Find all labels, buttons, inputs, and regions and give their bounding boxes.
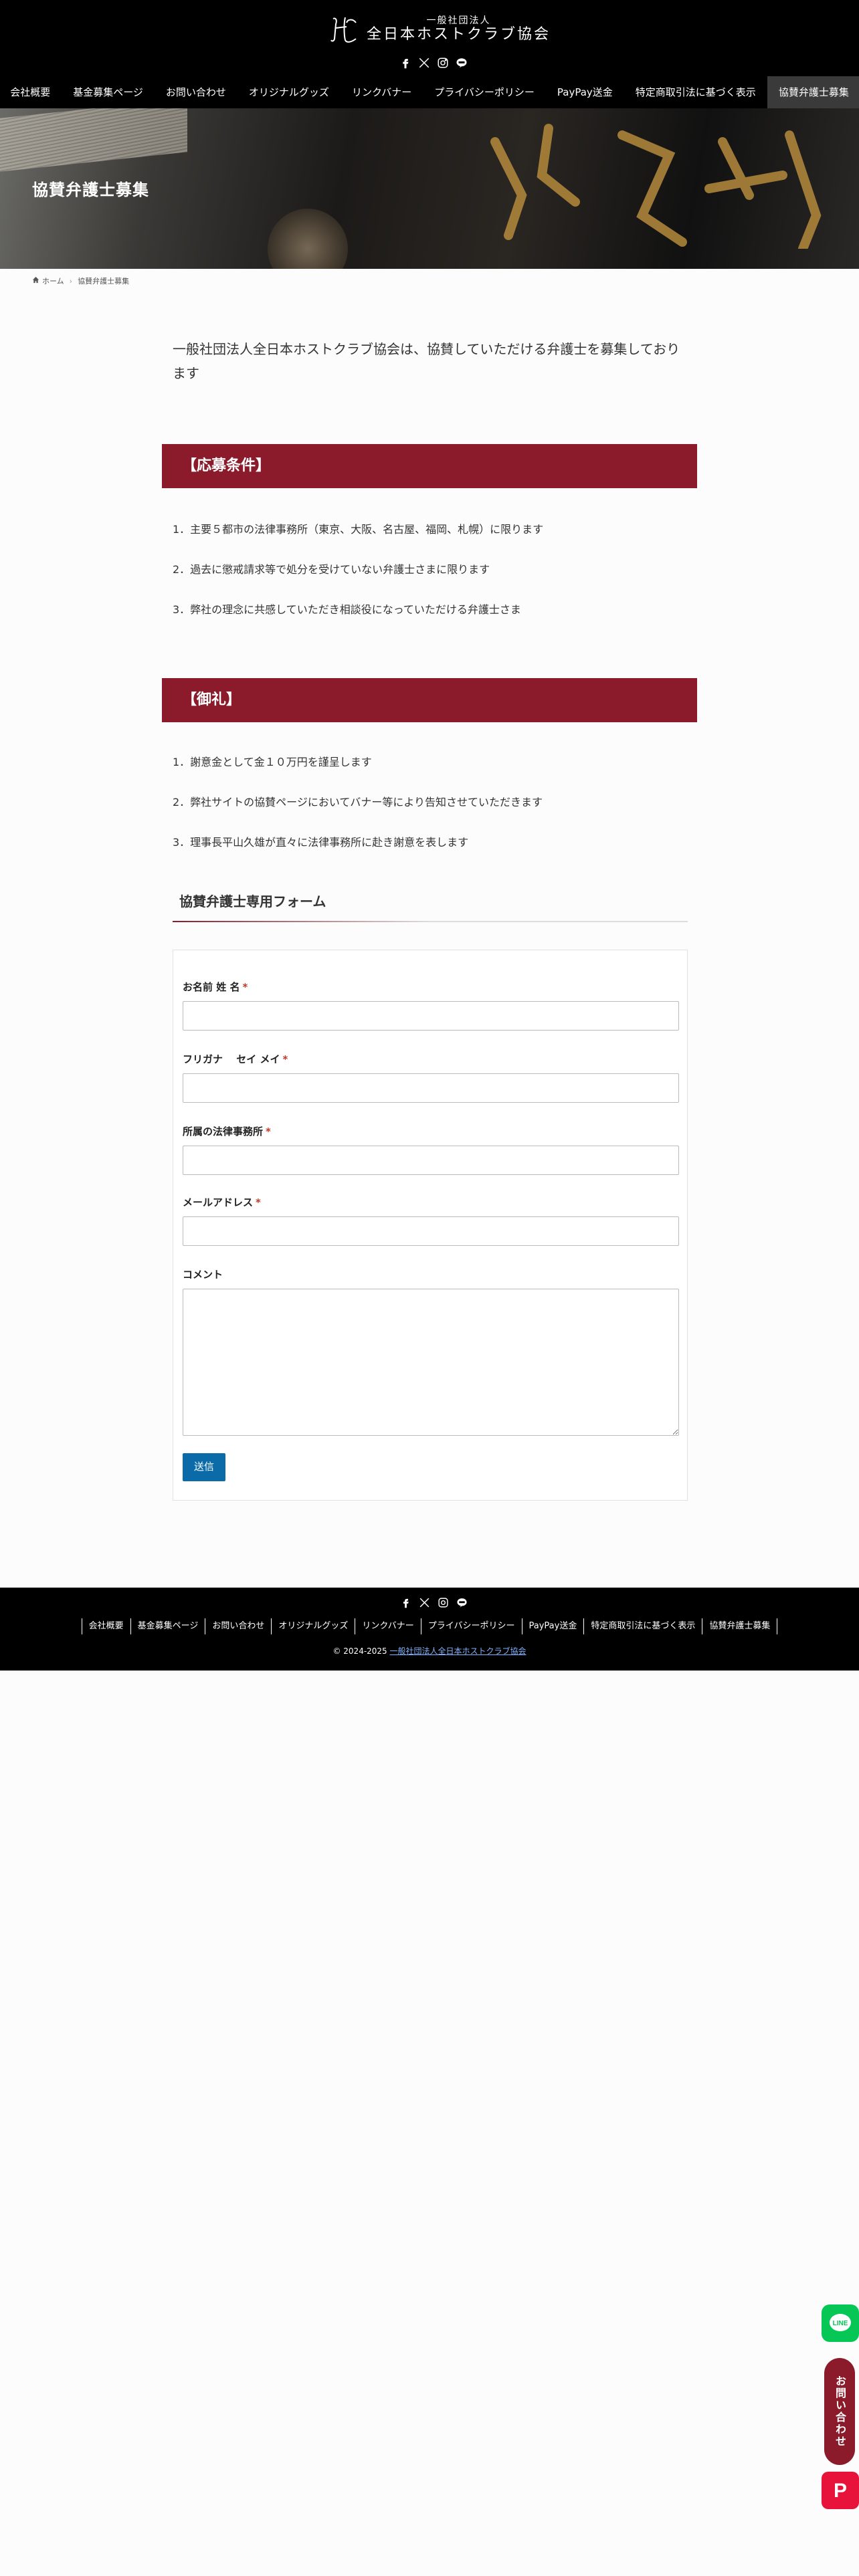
comment-label: コメント: [183, 1269, 223, 1281]
footer-nav-privacy[interactable]: プライバシーポリシー: [420, 1618, 522, 1634]
footer-nav-company[interactable]: 会社概要: [81, 1618, 130, 1634]
footer-sns-links: [399, 1596, 468, 1609]
footer-nav-fund[interactable]: 基金募集ページ: [130, 1618, 205, 1634]
reward-item: 2．弊社サイトの協賛ページにおいてバナー等により告知させていただきます: [173, 796, 543, 809]
footer-nav-lawyer[interactable]: 協賛弁護士募集: [702, 1618, 778, 1634]
nav-item-paypay[interactable]: PayPay送金: [546, 76, 624, 108]
lead-text: 一般社団法人全日本ホストクラブ協会は、協賛していただける弁護士を募集しております: [173, 341, 680, 381]
submit-button[interactable]: 送信: [183, 1453, 225, 1481]
section-heading-conditions: 【応募条件】: [162, 444, 697, 488]
email-label: メールアドレス *: [183, 1196, 261, 1208]
site-logo[interactable]: 一般社団法人 全日本ホストクラブ協会: [329, 15, 551, 44]
chevron-right-icon: ›: [69, 276, 73, 286]
hero-calligraphy-image: [490, 124, 822, 249]
footer-nav-contact[interactable]: お問い合わせ: [205, 1618, 271, 1634]
line-icon: LINE: [830, 2314, 851, 2331]
email-input[interactable]: [183, 1216, 679, 1246]
line-icon[interactable]: [455, 1596, 468, 1609]
footer-nav-goods[interactable]: オリジナルグッズ: [271, 1618, 355, 1634]
name-input[interactable]: [183, 1001, 679, 1031]
logo-title: 全日本ホストクラブ協会: [367, 26, 551, 43]
header-sns-links: [399, 56, 468, 70]
line-icon[interactable]: [455, 56, 468, 70]
footer-nav-link-banner[interactable]: リンクバナー: [355, 1618, 420, 1634]
comment-textarea[interactable]: [183, 1289, 679, 1436]
law-firm-label: 所属の法律事務所 *: [183, 1125, 271, 1138]
reward-item: 3．理事長平山久雄が直々に法律事務所に赴き謝意を表します: [173, 836, 469, 849]
form-title: 協賛弁護士専用フォーム: [173, 891, 688, 922]
reward-item: 1．謝意金として金１０万円を謹呈します: [173, 756, 372, 768]
home-icon[interactable]: [32, 276, 39, 286]
site-footer: 会社概要 基金募集ページ お問い合わせ オリジナルグッズ リンクバナー プライバ…: [0, 1588, 859, 1671]
copyright-link[interactable]: 一般社団法人全日本ホストクラブ協会: [390, 1646, 527, 1656]
x-icon[interactable]: [417, 56, 431, 70]
furigana-input[interactable]: [183, 1073, 679, 1103]
svg-text:LINE: LINE: [833, 2320, 848, 2327]
facebook-icon[interactable]: [399, 56, 412, 70]
line-float-button[interactable]: LINE: [822, 2304, 859, 2342]
svg-text:P: P: [834, 2480, 847, 2502]
condition-item: 3．弊社の理念に共感していただき相談役になっていただける弁護士さま: [173, 603, 521, 616]
breadcrumb-current: 協賛弁護士募集: [78, 277, 130, 286]
nav-item-company[interactable]: 会社概要: [0, 76, 62, 108]
lawyer-form: お名前 姓 名 * フリガナ セイ メイ * 所属の法律事務所 * メールアドレス * …: [173, 950, 688, 1501]
page-hero: 協賛弁護士募集: [0, 108, 859, 269]
law-firm-input[interactable]: [183, 1146, 679, 1175]
contact-float-button[interactable]: お問い合わせ: [824, 2358, 855, 2465]
nav-item-fund[interactable]: 基金募集ページ: [62, 76, 155, 108]
copyright: © 2024-2025 一般社団法人全日本ホストクラブ協会: [332, 1646, 527, 1656]
nav-item-link-banner[interactable]: リンクバナー: [341, 76, 423, 108]
paypay-float-button[interactable]: P: [822, 2472, 859, 2509]
breadcrumb: ホーム › 協賛弁護士募集: [32, 276, 129, 286]
section-heading-reward: 【御礼】: [162, 678, 697, 722]
instagram-icon[interactable]: [436, 56, 450, 70]
global-nav: 会社概要 基金募集ページ お問い合わせ オリジナルグッズ リンクバナー プライバ…: [0, 76, 859, 108]
nav-item-privacy[interactable]: プライバシーポリシー: [423, 76, 546, 108]
condition-item: 2．過去に懲戒請求等で処分を受けていない弁護士さまに限ります: [173, 563, 490, 576]
logo-mark-icon: [329, 15, 360, 44]
instagram-icon[interactable]: [436, 1596, 450, 1609]
page-title: 協賛弁護士募集: [32, 181, 149, 199]
x-icon[interactable]: [417, 1596, 431, 1609]
breadcrumb-home[interactable]: ホーム: [42, 276, 64, 286]
nav-item-lawyer[interactable]: 協賛弁護士募集: [767, 76, 859, 108]
furigana-label: フリガナ セイ メイ *: [183, 1053, 288, 1065]
nav-item-tokushoho[interactable]: 特定商取引法に基づく表示: [624, 76, 767, 108]
site-header: 一般社団法人 全日本ホストクラブ協会 会社概要 基金募集ページ お問い合わせ オ…: [0, 0, 859, 108]
hero-book-pages: [0, 108, 187, 172]
paypay-icon: P: [822, 2472, 859, 2509]
nav-item-contact[interactable]: お問い合わせ: [155, 76, 237, 108]
logo-subtitle: 一般社団法人: [426, 15, 491, 26]
condition-item: 1．主要５都市の法律事務所（東京、大阪、名古屋、福岡、札幌）に限ります: [173, 523, 544, 536]
nav-item-goods[interactable]: オリジナルグッズ: [237, 76, 341, 108]
hero-seal: [268, 209, 348, 269]
facebook-icon[interactable]: [399, 1596, 412, 1609]
footer-nav: 会社概要 基金募集ページ お問い合わせ オリジナルグッズ リンクバナー プライバ…: [0, 1618, 859, 1634]
footer-nav-paypay[interactable]: PayPay送金: [521, 1618, 584, 1634]
footer-nav-tokushoho[interactable]: 特定商取引法に基づく表示: [583, 1618, 702, 1634]
name-label: お名前 姓 名 *: [183, 981, 248, 993]
